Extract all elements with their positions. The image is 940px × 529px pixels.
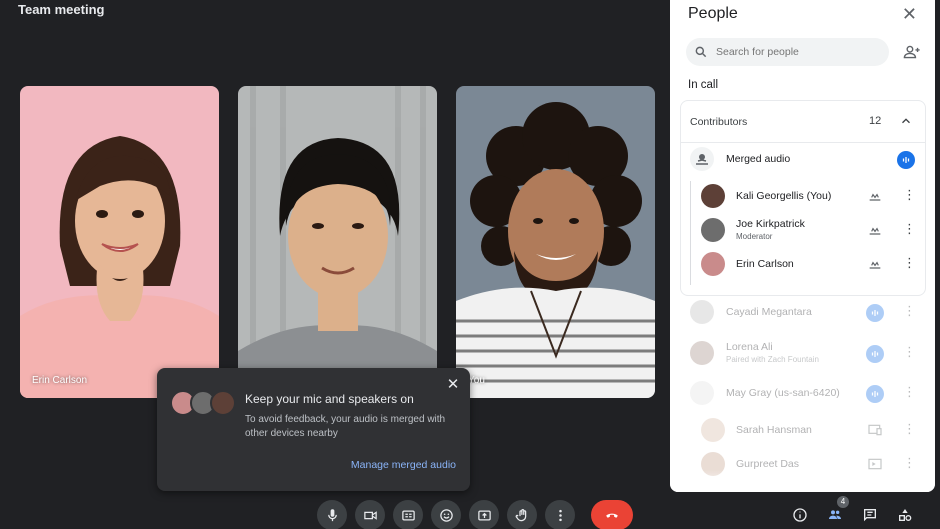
people-icon[interactable]: 4 <box>825 496 849 525</box>
video-tile-2[interactable] <box>238 86 437 398</box>
raise-hand-icon[interactable] <box>507 500 537 529</box>
more-vert-icon[interactable]: ⋮ <box>903 256 916 270</box>
participant-name: Erin Carlson <box>736 258 794 270</box>
present-screen-icon[interactable] <box>469 500 499 529</box>
merged-audio-icon <box>690 147 714 171</box>
more-vert-icon[interactable]: ⋮ <box>903 222 916 236</box>
participant-role: Moderator <box>736 232 773 241</box>
activities-icon[interactable] <box>895 505 915 525</box>
popup-body: To avoid feedback, your audio is merged … <box>245 414 446 439</box>
people-panel: People ✕ In call Contributors 12 Merged … <box>670 0 935 492</box>
merged-device-icon <box>867 257 883 276</box>
participant-name: Sarah Hansman <box>736 424 812 436</box>
search-input[interactable] <box>716 46 876 58</box>
avatar <box>701 218 725 242</box>
merged-device-icon <box>867 189 883 208</box>
call-controls <box>317 500 633 529</box>
more-options-icon[interactable] <box>545 500 575 529</box>
captions-icon[interactable] <box>393 500 423 529</box>
participant-video-2 <box>238 86 437 398</box>
merged-audio-popup: Keep your mic and speakers on To avoid f… <box>157 368 470 491</box>
meeting-title: Team meeting <box>18 2 105 17</box>
participant-video-3 <box>456 86 655 398</box>
contributors-count: 12 <box>869 115 882 127</box>
list-item[interactable]: Joe Kirkpatrick Moderator ⋮ <box>670 216 935 244</box>
chevron-up-icon[interactable] <box>899 114 913 133</box>
more-vert-icon[interactable]: ⋮ <box>903 422 916 436</box>
merged-audio-row[interactable]: Merged audio <box>670 145 935 173</box>
audio-level-icon <box>866 304 884 322</box>
avatar <box>701 418 725 442</box>
participant-pairing: Paired with Zach Fountain <box>726 355 819 364</box>
popup-title: Keep your mic and speakers on <box>245 392 414 406</box>
manage-merged-audio-link[interactable]: Manage merged audio <box>351 459 456 471</box>
popup-avatars <box>170 390 242 418</box>
merged-device-icon <box>867 223 883 242</box>
participant-name: Lorena Ali <box>726 341 773 353</box>
audio-level-icon <box>866 345 884 363</box>
participant-video-1 <box>20 86 219 398</box>
more-vert-icon[interactable]: ⋮ <box>903 304 916 318</box>
participant-name: May Gray (us-san-6420) <box>726 387 840 399</box>
participant-name: Kali Georgellis (You) <box>736 190 832 202</box>
in-call-label: In call <box>688 79 719 91</box>
hang-up-icon[interactable] <box>591 500 633 529</box>
more-vert-icon[interactable]: ⋮ <box>903 188 916 202</box>
video-tile-1[interactable]: Erin Carlson <box>20 86 219 398</box>
search-field[interactable] <box>686 38 889 66</box>
list-item[interactable]: Sarah Hansman ⋮ <box>670 416 935 444</box>
list-item[interactable]: May Gray (us-san-6420) ⋮ <box>670 379 935 407</box>
list-item[interactable]: Cayadi Megantara ⋮ <box>670 298 935 326</box>
avatar <box>210 390 236 416</box>
more-vert-icon[interactable]: ⋮ <box>903 456 916 470</box>
room-icon <box>690 381 714 405</box>
audio-level-icon <box>866 385 884 403</box>
divider <box>681 142 925 143</box>
cast-icon <box>867 423 883 442</box>
avatar <box>690 300 714 324</box>
list-fade <box>670 470 935 492</box>
avatar <box>701 184 725 208</box>
info-icon[interactable] <box>790 505 810 525</box>
avatar <box>690 341 714 365</box>
participant-name: Cayadi Megantara <box>726 306 812 318</box>
participant-count-badge: 4 <box>837 496 849 508</box>
participant-name-1: Erin Carlson <box>32 375 88 386</box>
participant-name: Gurpreet Das <box>736 458 800 470</box>
avatar <box>701 252 725 276</box>
more-vert-icon[interactable]: ⋮ <box>903 345 916 359</box>
panel-title: People <box>688 5 738 22</box>
participant-name: Joe Kirkpatrick <box>736 218 805 230</box>
list-item[interactable]: Kali Georgellis (You) ⋮ <box>670 182 935 210</box>
video-tile-3[interactable]: You <box>456 86 655 398</box>
audio-level-icon <box>897 151 915 169</box>
contributors-label: Contributors <box>690 116 748 128</box>
participant-name-3: You <box>468 375 485 386</box>
merged-audio-label: Merged audio <box>726 153 791 165</box>
camera-icon[interactable] <box>355 500 385 529</box>
search-icon <box>695 46 707 58</box>
side-controls: 4 <box>790 496 915 525</box>
close-icon[interactable]: ✕ <box>444 376 462 394</box>
close-icon[interactable]: ✕ <box>902 4 917 25</box>
add-person-icon[interactable] <box>903 44 921 65</box>
emoji-icon[interactable] <box>431 500 461 529</box>
microphone-icon[interactable] <box>317 500 347 529</box>
more-vert-icon[interactable]: ⋮ <box>903 385 916 399</box>
chat-icon[interactable] <box>860 505 880 525</box>
list-item[interactable]: Erin Carlson ⋮ <box>670 250 935 278</box>
list-item[interactable]: Lorena Ali Paired with Zach Fountain ⋮ <box>670 339 935 367</box>
